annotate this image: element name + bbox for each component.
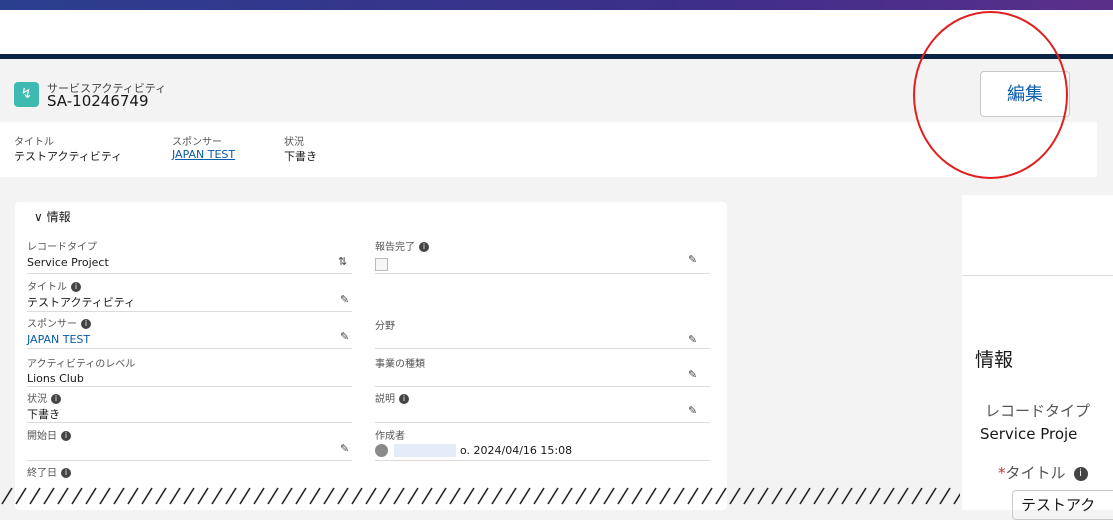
info-icon[interactable]: i — [51, 394, 61, 404]
edit-pencil-icon[interactable]: ✎ — [340, 330, 349, 343]
edit-pencil-icon[interactable]: ✎ — [688, 333, 697, 346]
field-label-project-type: 事業の種類 — [375, 359, 425, 370]
field-value-status: 下書き — [27, 408, 60, 421]
edit-pencil-icon[interactable]: ✎ — [688, 404, 697, 417]
divider — [27, 311, 352, 312]
highlight-value-status: 下書き — [284, 150, 317, 163]
divider — [375, 422, 710, 423]
info-icon[interactable]: i — [61, 431, 71, 441]
divider — [27, 422, 352, 423]
divider — [27, 386, 352, 387]
field-value-sponsor-link[interactable]: JAPAN TEST — [27, 333, 90, 346]
divider — [375, 273, 710, 274]
torn-edge-decoration — [0, 484, 960, 510]
nav-bar — [0, 54, 1113, 59]
divider — [375, 386, 710, 387]
field-label-status: 状況 i — [27, 390, 61, 405]
info-icon[interactable]: i — [399, 394, 409, 404]
redacted-username — [394, 444, 456, 457]
edit-pencil-icon[interactable]: ✎ — [340, 293, 349, 306]
field-label-end-date: 終了日 i — [27, 464, 71, 479]
field-label-description: 説明 i — [375, 390, 409, 405]
zoom-value-record-type: Service Proje — [980, 425, 1078, 443]
edit-pencil-icon[interactable]: ✎ — [688, 253, 697, 266]
info-icon[interactable]: i — [1073, 466, 1088, 481]
highlight-value-sponsor-link[interactable]: JAPAN TEST — [172, 148, 235, 161]
field-label-activity-level: アクティビティのレベル — [27, 359, 136, 370]
field-label-created-by: 作成者 — [375, 431, 405, 442]
info-icon[interactable]: i — [81, 319, 91, 329]
field-value-title: テストアクティビティ — [27, 296, 136, 309]
divider — [27, 460, 352, 461]
info-icon[interactable]: i — [61, 468, 71, 478]
change-record-type-icon[interactable]: ⇅ — [338, 255, 347, 268]
divider — [375, 460, 710, 461]
highlight-label-sponsor: スポンサー — [172, 137, 222, 148]
divider — [27, 348, 352, 349]
app-top-bar — [0, 0, 1113, 10]
field-value-created-by: o. 2024/04/16 15:08 — [460, 444, 573, 457]
zoom-label-record-type: レコードタイプ — [985, 402, 1091, 420]
divider — [27, 273, 352, 274]
record-name: SA-10246749 — [47, 92, 149, 110]
divider — [962, 275, 1113, 276]
divider — [375, 348, 710, 349]
section-header-info[interactable]: ∨ 情報 — [34, 208, 71, 225]
required-marker: * — [998, 464, 1006, 482]
field-label-field: 分野 — [375, 321, 395, 332]
field-label-title: タイトル i — [27, 278, 81, 293]
highlights-fields-band — [0, 122, 1097, 177]
edit-pencil-icon[interactable]: ✎ — [688, 368, 697, 381]
field-label-sponsor: スポンサー i — [27, 315, 91, 330]
field-label-report-complete: 報告完了 i — [375, 238, 429, 253]
info-icon[interactable]: i — [419, 242, 429, 252]
edit-button[interactable]: 編集 — [980, 71, 1070, 117]
info-icon[interactable]: i — [71, 282, 81, 292]
highlight-label-status: 状況 — [284, 137, 304, 148]
edit-pencil-icon[interactable]: ✎ — [340, 442, 349, 455]
zoom-label-title: *タイトル i — [998, 462, 1088, 483]
user-avatar-icon — [375, 444, 388, 457]
field-value-activity-level: Lions Club — [27, 372, 84, 385]
highlight-label-title: タイトル — [14, 137, 54, 148]
field-label-record-type: レコードタイプ — [27, 242, 97, 253]
field-value-record-type: Service Project — [27, 256, 109, 269]
field-label-start-date: 開始日 i — [27, 427, 71, 442]
highlight-value-title: テストアクティビティ — [14, 150, 123, 163]
global-header — [0, 10, 1113, 54]
zoom-section-title: 情報 — [975, 349, 1014, 371]
service-activity-icon: ↯ — [14, 82, 39, 107]
report-complete-checkbox[interactable] — [375, 258, 388, 271]
